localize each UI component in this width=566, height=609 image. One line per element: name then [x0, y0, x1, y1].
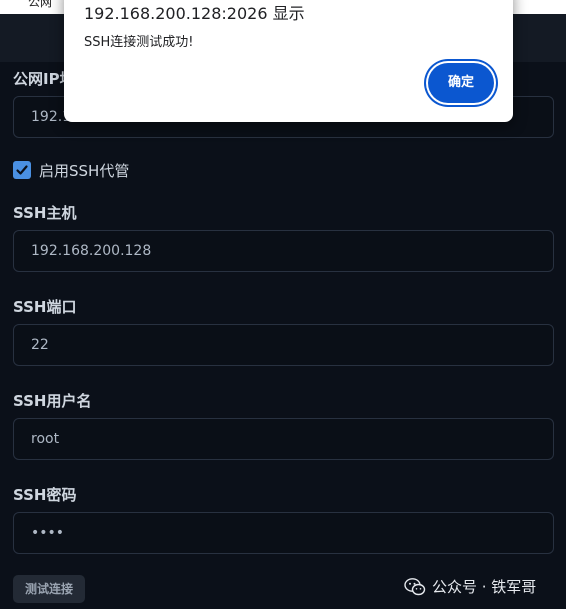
- ssh-user-input[interactable]: root: [13, 418, 554, 460]
- ssh-host-input[interactable]: 192.168.200.128: [13, 230, 554, 272]
- background-text-fragment: 公网: [28, 0, 53, 9]
- alert-dialog: 192.168.200.128:2026 显示 SSH连接测试成功! 确定: [64, 0, 513, 122]
- ok-button[interactable]: 确定: [428, 63, 494, 103]
- watermark: 公众号 · 铁军哥: [404, 576, 536, 597]
- ssh-user-label: SSH用户名: [13, 392, 92, 410]
- ssh-password-input[interactable]: ••••: [13, 512, 554, 554]
- checkmark-icon: [16, 165, 28, 175]
- dialog-message: SSH连接测试成功!: [84, 35, 194, 50]
- test-connection-button[interactable]: 测试连接: [13, 575, 85, 603]
- dialog-title: 192.168.200.128:2026 显示: [84, 4, 305, 23]
- ssh-port-input[interactable]: 22: [13, 324, 554, 366]
- ssh-password-label: SSH密码: [13, 486, 77, 504]
- wechat-icon: [404, 577, 426, 595]
- settings-form: 公网IP地 192.1 启用SSH代管 SSH主机 192.168.200.12…: [0, 62, 566, 609]
- ssh-host-label: SSH主机: [13, 204, 77, 222]
- ssh-port-label: SSH端口: [13, 298, 77, 316]
- ssh-proxy-checkbox[interactable]: [13, 161, 31, 179]
- ssh-proxy-label: 启用SSH代管: [39, 161, 130, 180]
- watermark-text: 公众号 · 铁军哥: [432, 578, 537, 596]
- ssh-proxy-checkbox-row[interactable]: 启用SSH代管: [13, 159, 129, 181]
